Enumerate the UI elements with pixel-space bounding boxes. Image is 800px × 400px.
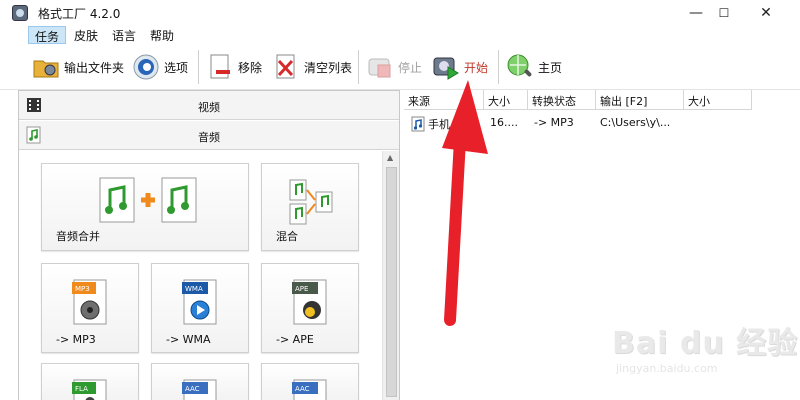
col-output[interactable]: 输出 [F2] <box>596 90 684 110</box>
row-status: -> MP3 <box>534 116 574 129</box>
clear-list-label: 清空列表 <box>304 60 353 75</box>
to-ape-tile[interactable]: APE -> APE <box>261 263 359 353</box>
clear-list-button[interactable]: 清空列表 <box>272 52 352 82</box>
baidu-watermark: Bai du 经验 jingyan.baidu.com <box>612 318 797 388</box>
category-panel: 视频 音频 音频合并 混合 MP3 -> MP3 WMA -> WMA APE … <box>18 90 400 400</box>
globe-icon <box>507 54 532 77</box>
category-video-label: 视频 <box>198 101 220 114</box>
mix-tile[interactable]: 混合 <box>261 163 359 251</box>
col-status[interactable]: 转换状态 <box>528 90 596 110</box>
wma-file-icon: WMA <box>182 279 217 325</box>
to-m4a-tile[interactable]: AAC <box>261 363 359 400</box>
output-folder-label: 输出文件夹 <box>64 60 125 75</box>
aac-badge: AAC <box>185 385 200 393</box>
category-video[interactable]: 视频 <box>19 91 399 120</box>
to-ape-label: -> APE <box>276 333 314 346</box>
to-mp3-label: -> MP3 <box>56 333 96 346</box>
close-button[interactable]: ✕ <box>752 0 780 26</box>
menu-bar: 任务 皮肤 语言 帮助 <box>28 26 182 44</box>
clear-list-icon <box>276 54 295 79</box>
audio-merge-label: 音频合并 <box>56 230 100 243</box>
minimize-button[interactable]: — <box>682 0 710 26</box>
stop-button[interactable]: 停止 <box>366 52 422 82</box>
to-aac-tile[interactable]: AAC <box>151 363 249 400</box>
col-out-size[interactable]: 大小 <box>684 90 752 110</box>
mp3-badge: MP3 <box>75 285 90 293</box>
scroll-thumb[interactable] <box>386 167 397 397</box>
menu-help[interactable]: 帮助 <box>144 26 180 44</box>
to-mp3-tile[interactable]: MP3 -> MP3 <box>41 263 139 353</box>
row-out-size <box>688 116 748 134</box>
folder-icon <box>33 60 59 78</box>
home-label: 主页 <box>538 60 563 75</box>
scroll-up-arrow-icon[interactable]: ▲ <box>387 153 393 162</box>
tile-scrollbar[interactable]: ▲ <box>382 151 399 400</box>
mp3-file-icon: MP3 <box>72 279 107 325</box>
watermark-url: jingyan.baidu.com <box>616 362 718 375</box>
annotation-arrow <box>442 80 488 326</box>
ape-badge: APE <box>295 285 308 293</box>
aac-file-icon: AAC <box>292 379 327 400</box>
audio-merge-icon <box>99 177 197 223</box>
maximize-button[interactable]: ☐ <box>710 0 738 26</box>
wma-badge: WMA <box>185 285 203 293</box>
category-audio-label: 音频 <box>198 131 220 144</box>
stop-label: 停止 <box>398 60 423 75</box>
menu-task[interactable]: 任务 <box>28 26 67 44</box>
flac-file-icon: FLA <box>72 379 107 400</box>
toolbar: 输出文件夹 选项 移除 清空列表 停止 开始 主页 <box>0 44 800 90</box>
row-output: C:\Users\y\... <box>600 116 671 129</box>
to-wma-tile[interactable]: WMA -> WMA <box>151 263 249 353</box>
audio-merge-tile[interactable]: 音频合并 <box>41 163 249 251</box>
category-audio[interactable]: 音频 <box>19 121 399 150</box>
ape-file-icon: APE <box>292 279 327 325</box>
title-bar: 格式工厂 4.2.0 — ☐ ✕ <box>0 0 800 26</box>
toolbar-separator <box>358 50 359 84</box>
stop-icon <box>368 58 391 78</box>
watermark-main-text: Bai du 经验 <box>612 326 799 361</box>
remove-document-icon <box>210 54 230 79</box>
aac-badge: AAC <box>295 385 310 393</box>
mix-label: 混合 <box>276 230 298 243</box>
to-flac-tile[interactable]: FLA <box>41 363 139 400</box>
aac-file-icon: AAC <box>182 379 217 400</box>
remove-button[interactable]: 移除 <box>206 52 262 82</box>
output-folder-button[interactable]: 输出文件夹 <box>32 52 124 82</box>
app-icon <box>12 5 28 21</box>
menu-language[interactable]: 语言 <box>106 26 142 44</box>
options-button[interactable]: 选项 <box>132 52 188 82</box>
remove-label: 移除 <box>238 60 263 75</box>
flac-badge: FLA <box>75 385 88 393</box>
window-title: 格式工厂 4.2.0 <box>38 6 121 21</box>
to-wma-label: -> WMA <box>166 333 211 346</box>
toolbar-separator <box>198 50 199 84</box>
mix-icon <box>289 179 333 225</box>
menu-skin[interactable]: 皮肤 <box>68 26 104 44</box>
options-label: 选项 <box>164 60 189 75</box>
home-button[interactable]: 主页 <box>506 52 562 82</box>
gear-icon <box>133 54 159 80</box>
